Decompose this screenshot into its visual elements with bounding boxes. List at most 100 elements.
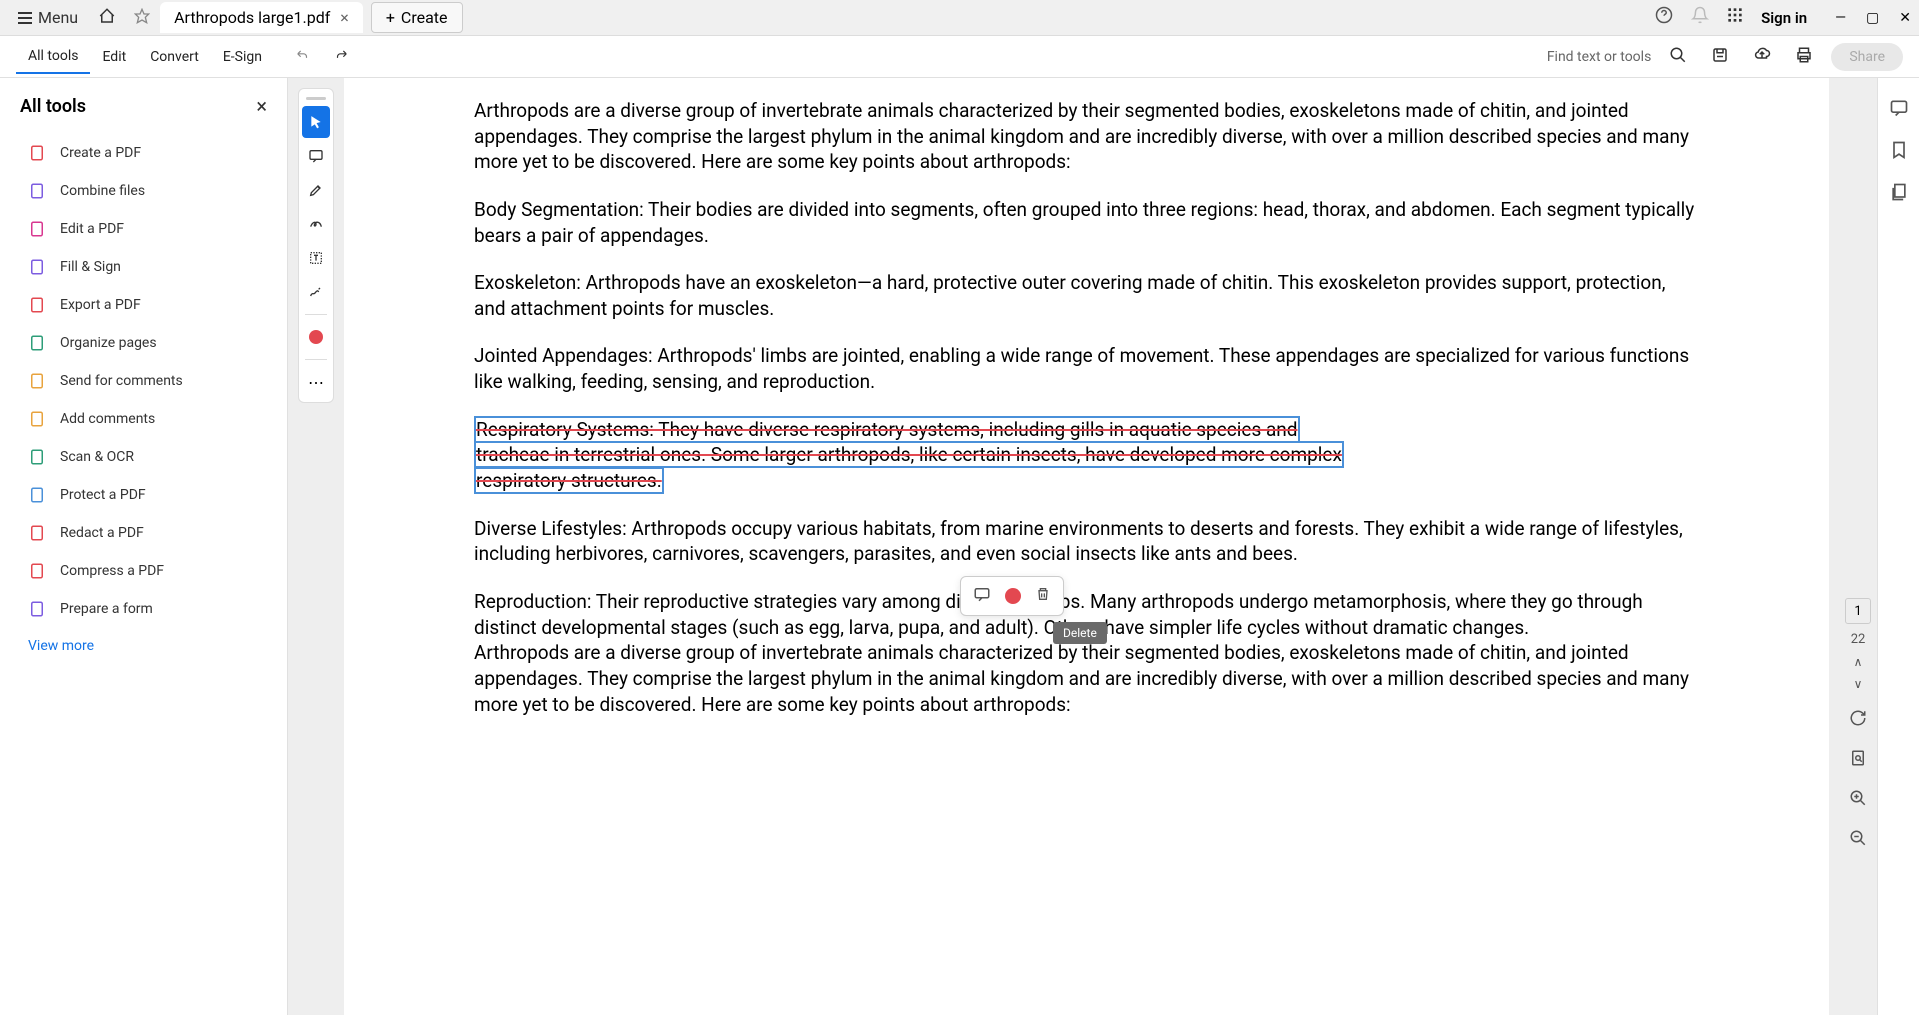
- sidebar-item-label: Add comments: [60, 411, 155, 427]
- menu-label: Menu: [38, 8, 78, 27]
- home-button[interactable]: [88, 1, 126, 35]
- select-tool[interactable]: [302, 106, 330, 138]
- sidebar-item-fill-sign[interactable]: Fill & Sign: [20, 248, 267, 286]
- page-navigation: 1 22 ∧ ∨: [1845, 598, 1871, 851]
- toolbar-esign[interactable]: E-Sign: [211, 41, 274, 73]
- sidebar-item-label: Combine files: [60, 183, 145, 199]
- close-button[interactable]: ✕: [1899, 10, 1911, 26]
- right-rail: [1877, 78, 1919, 1015]
- sidebar-item-label: Edit a PDF: [60, 221, 124, 237]
- zoom-out-button[interactable]: [1849, 829, 1867, 851]
- paragraph-1: Arthropods are a diverse group of invert…: [474, 98, 1699, 175]
- rail-pages-icon[interactable]: [1889, 182, 1909, 206]
- sidebar-close-button[interactable]: ×: [256, 94, 267, 118]
- tab-close-button[interactable]: ×: [340, 8, 349, 27]
- current-page-input[interactable]: 1: [1845, 598, 1871, 624]
- paragraph-6: Diverse Lifestyles: Arthropods occupy va…: [474, 516, 1699, 567]
- sidebar-item-label: Create a PDF: [60, 145, 141, 161]
- document-area: ⋯ Arthropods are a diverse group of inve…: [288, 78, 1877, 1015]
- maximize-button[interactable]: ▢: [1866, 10, 1879, 26]
- star-icon: [134, 8, 150, 24]
- form-icon: [28, 600, 46, 618]
- toolbar-all-tools[interactable]: All tools: [16, 40, 90, 74]
- redo-button[interactable]: [332, 47, 350, 66]
- sidebar-item-label: Compress a PDF: [60, 563, 164, 579]
- sidebar-item-scan-ocr[interactable]: Scan & OCR: [20, 438, 267, 476]
- undo-button[interactable]: [294, 47, 312, 66]
- strikethrough-annotation[interactable]: Respiratory Systems: They have diverse r…: [474, 417, 1699, 494]
- fill-sign-icon: [28, 258, 46, 276]
- sidebar-item-create-a-pdf[interactable]: Create a PDF: [20, 134, 267, 172]
- sidebar-item-label: Prepare a form: [60, 601, 153, 617]
- find-label: Find text or tools: [1547, 49, 1652, 65]
- popup-comment-icon[interactable]: [973, 585, 991, 607]
- sidebar-title: All tools: [20, 96, 86, 117]
- rail-bookmark-icon[interactable]: [1889, 140, 1909, 164]
- sidebar-item-redact-a-pdf[interactable]: Redact a PDF: [20, 514, 267, 552]
- sidebar-item-label: Redact a PDF: [60, 525, 144, 541]
- page-down-button[interactable]: ∨: [1854, 677, 1863, 691]
- search-icon[interactable]: [1663, 40, 1693, 74]
- print-icon[interactable]: [1789, 40, 1819, 74]
- toolbar-drag-handle[interactable]: [306, 97, 326, 100]
- popup-delete-icon[interactable]: [1035, 585, 1051, 607]
- document-tab[interactable]: Arthropods large1.pdf ×: [160, 2, 363, 33]
- bell-icon[interactable]: [1691, 6, 1709, 29]
- cloud-icon[interactable]: [1747, 40, 1777, 74]
- toolbar-edit[interactable]: Edit: [90, 41, 138, 73]
- fit-button[interactable]: [1849, 749, 1867, 771]
- rotate-button[interactable]: [1849, 709, 1867, 731]
- comment-tool[interactable]: [302, 140, 330, 172]
- sidebar-item-label: Fill & Sign: [60, 259, 121, 275]
- popup-color-indicator[interactable]: [1005, 588, 1021, 604]
- toolbar-convert[interactable]: Convert: [138, 41, 211, 73]
- sign-tool[interactable]: [302, 276, 330, 308]
- apps-icon[interactable]: [1727, 7, 1743, 28]
- text-tool[interactable]: [302, 242, 330, 274]
- sidebar-item-compress-a-pdf[interactable]: Compress a PDF: [20, 552, 267, 590]
- send-comments-icon: [28, 372, 46, 390]
- sidebar-item-protect-a-pdf[interactable]: Protect a PDF: [20, 476, 267, 514]
- paragraph-2: Body Segmentation: Their bodies are divi…: [474, 197, 1699, 248]
- titlebar: Menu Arthropods large1.pdf × + Create Si…: [0, 0, 1919, 36]
- menu-button[interactable]: Menu: [8, 4, 88, 31]
- draw-tool[interactable]: [302, 208, 330, 240]
- plus-icon: +: [386, 8, 395, 27]
- view-more-link[interactable]: View more: [20, 628, 267, 664]
- edit-pdf-icon: [28, 220, 46, 238]
- sidebar-item-send-for-comments[interactable]: Send for comments: [20, 362, 267, 400]
- sign-in-button[interactable]: Sign in: [1761, 9, 1807, 27]
- sidebar-item-combine-files[interactable]: Combine files: [20, 172, 267, 210]
- sidebar-item-label: Scan & OCR: [60, 449, 134, 465]
- sidebar-item-export-a-pdf[interactable]: Export a PDF: [20, 286, 267, 324]
- delete-tooltip: Delete: [1053, 622, 1107, 644]
- sidebar-item-add-comments[interactable]: Add comments: [20, 400, 267, 438]
- organize-icon: [28, 334, 46, 352]
- home-icon: [98, 7, 116, 25]
- share-button[interactable]: Share: [1831, 43, 1903, 71]
- annotation-popup: [960, 576, 1064, 616]
- page-up-button[interactable]: ∧: [1854, 655, 1863, 669]
- rail-comment-icon[interactable]: [1889, 98, 1909, 122]
- paragraph-4: Jointed Appendages: Arthropods' limbs ar…: [474, 343, 1699, 394]
- sidebar-item-label: Send for comments: [60, 373, 183, 389]
- total-pages: 22: [1851, 632, 1866, 647]
- sidebar-item-prepare-a-form[interactable]: Prepare a form: [20, 590, 267, 628]
- sidebar-item-organize-pages[interactable]: Organize pages: [20, 324, 267, 362]
- paragraph-3: Exoskeleton: Arthropods have an exoskele…: [474, 270, 1699, 321]
- create-button[interactable]: + Create: [371, 2, 463, 33]
- help-icon[interactable]: [1655, 6, 1673, 29]
- zoom-in-button[interactable]: [1849, 789, 1867, 811]
- minimize-button[interactable]: —: [1835, 10, 1846, 26]
- compress-icon: [28, 562, 46, 580]
- color-tool[interactable]: [302, 321, 330, 353]
- more-tools[interactable]: ⋯: [302, 366, 330, 398]
- export-icon: [28, 296, 46, 314]
- highlight-tool[interactable]: [302, 174, 330, 206]
- protect-icon: [28, 486, 46, 504]
- sidebar-item-edit-a-pdf[interactable]: Edit a PDF: [20, 210, 267, 248]
- floating-toolbar: ⋯: [298, 88, 334, 403]
- create-label: Create: [401, 8, 448, 27]
- save-icon[interactable]: [1705, 40, 1735, 74]
- star-button[interactable]: [126, 2, 158, 34]
